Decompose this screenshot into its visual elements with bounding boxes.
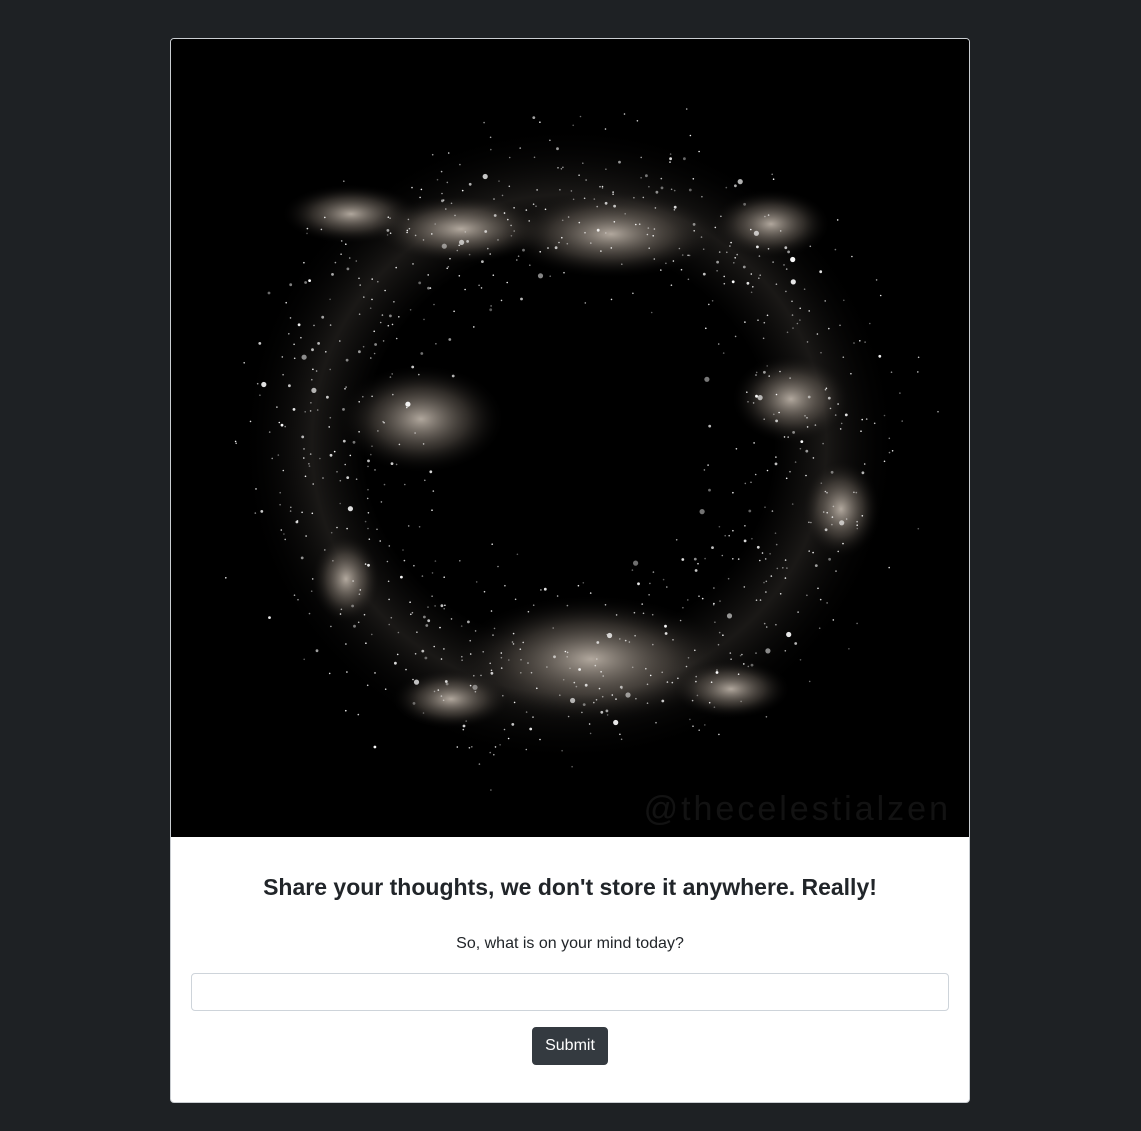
thought-input[interactable]	[191, 973, 949, 1011]
prompt-text: So, what is on your mind today?	[456, 935, 684, 952]
thoughts-card: @thecelestialzen Share your thoughts, we…	[170, 38, 970, 1103]
galaxy-image: @thecelestialzen	[171, 39, 969, 837]
submit-button[interactable]: Submit	[532, 1027, 608, 1065]
galaxy-illustration	[171, 39, 969, 837]
page-title: Share your thoughts, we don't store it a…	[263, 874, 877, 900]
card-body: Share your thoughts, we don't store it a…	[171, 873, 969, 1065]
image-watermark: @thecelestialzen	[643, 790, 951, 828]
